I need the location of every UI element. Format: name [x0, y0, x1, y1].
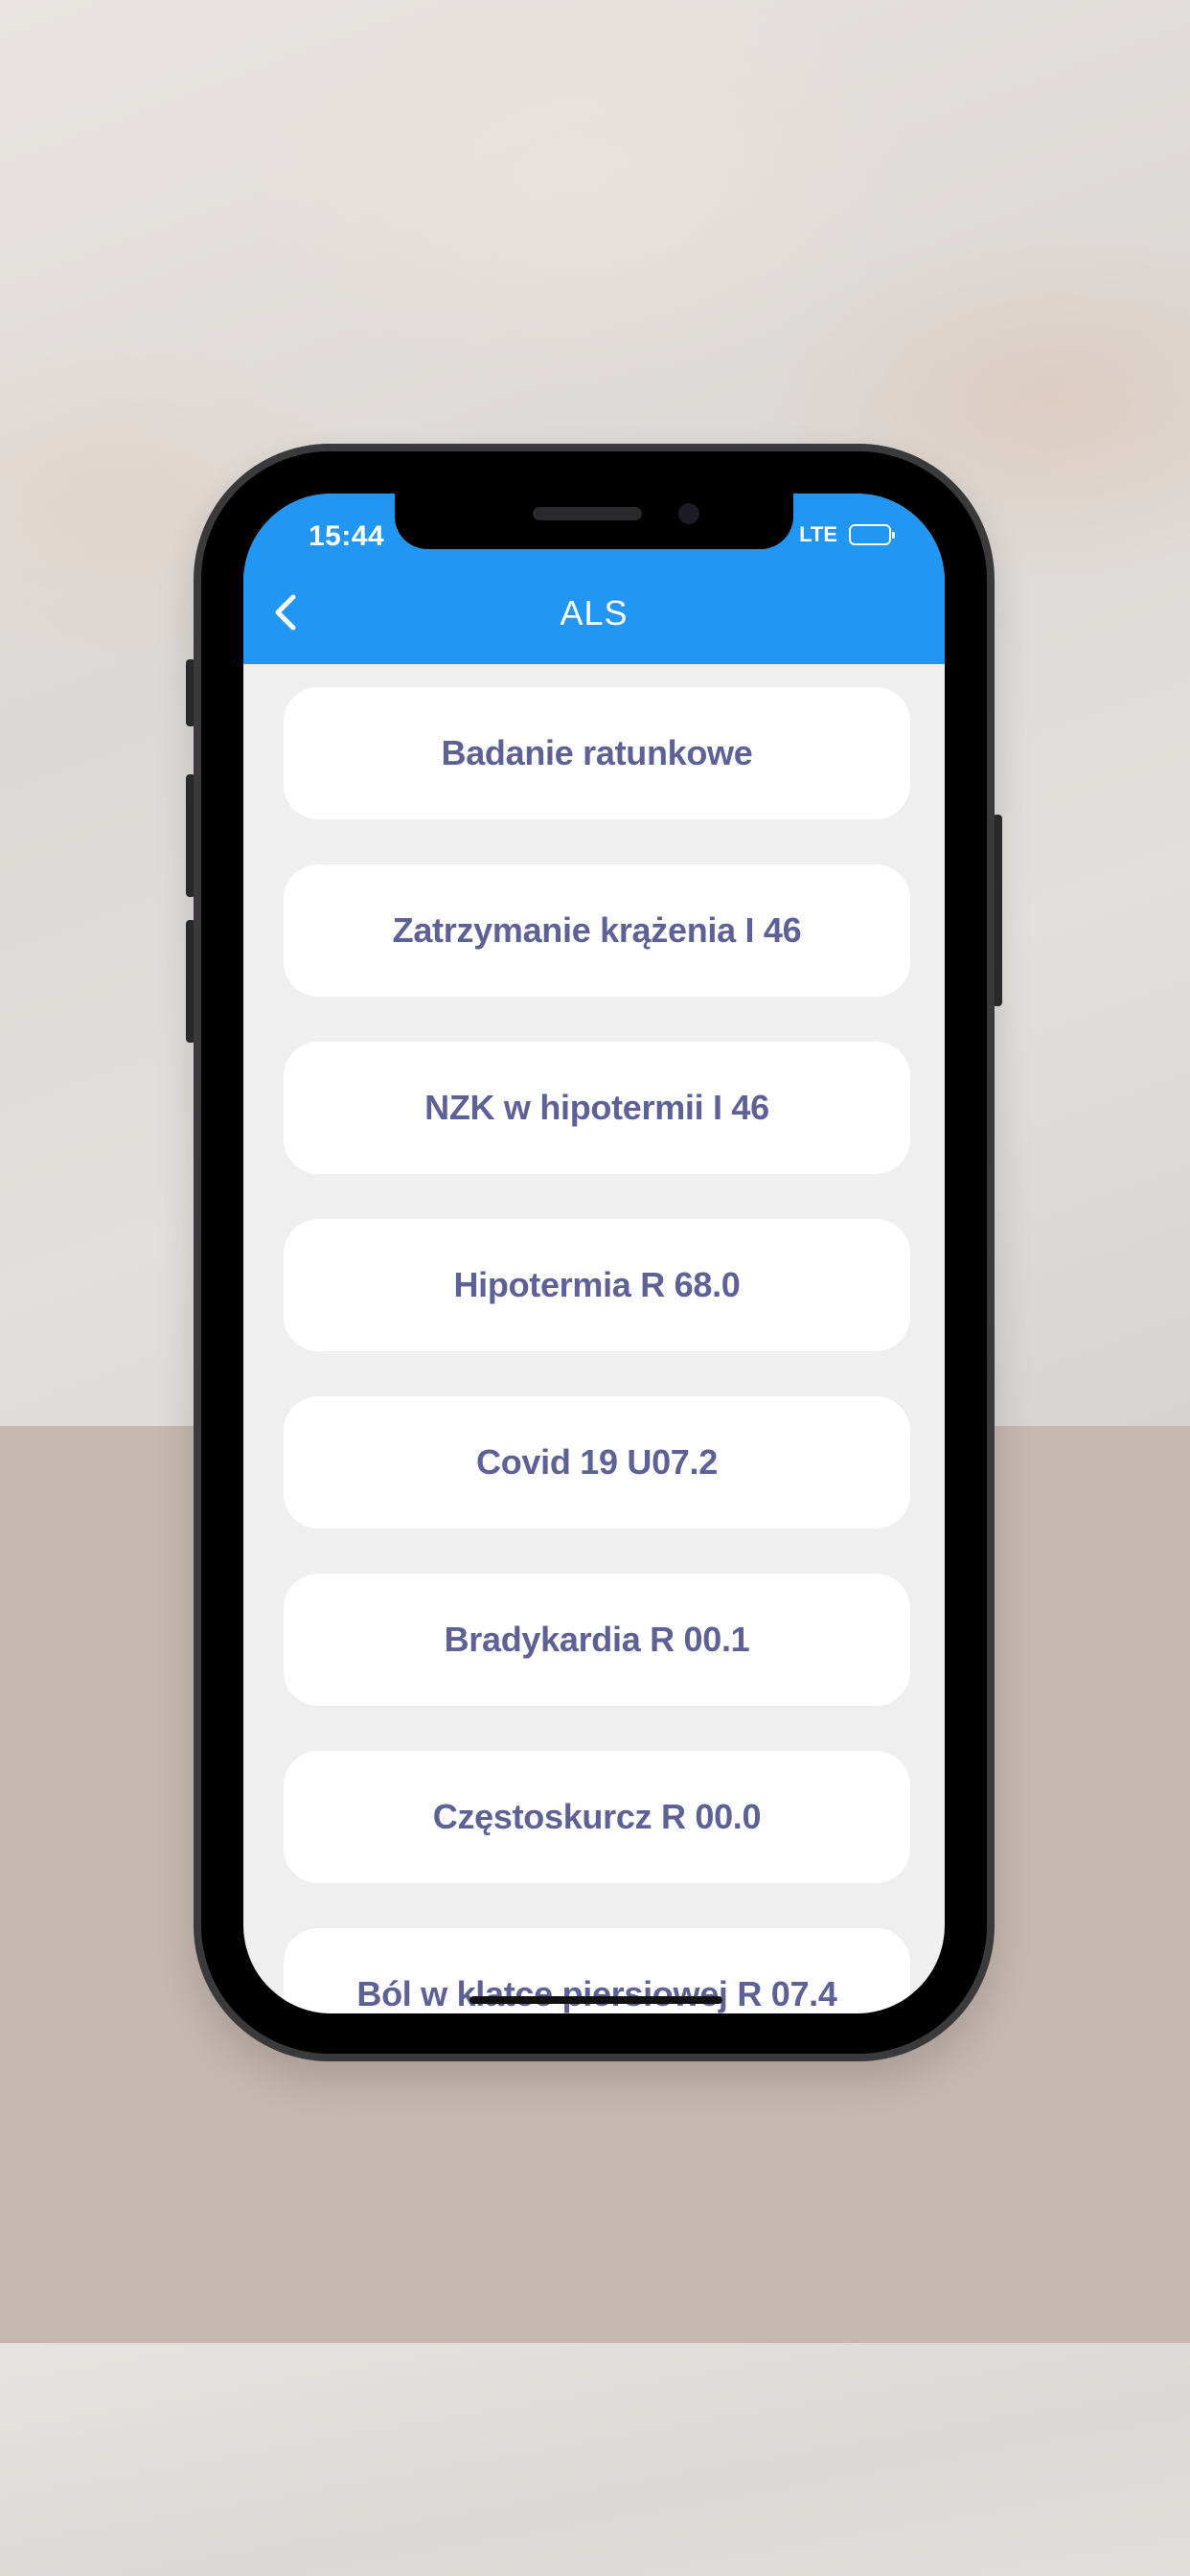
app-bar: 15:44 LTE ALS [243, 494, 945, 664]
topic-list: Badanie ratunkowe Zatrzymanie krążenia I… [243, 664, 945, 2013]
list-item-bradykardia[interactable]: Bradykardia R 00.1 [284, 1574, 910, 1706]
list-item-hipotermia[interactable]: Hipotermia R 68.0 [284, 1219, 910, 1351]
list-item-badanie-ratunkowe[interactable]: Badanie ratunkowe [284, 687, 910, 819]
speaker-grille [533, 507, 642, 520]
notch [395, 494, 793, 549]
status-indicators: LTE [799, 522, 895, 547]
status-time: 15:44 [309, 520, 385, 552]
list-item-label: Bradykardia R 00.1 [444, 1620, 750, 1659]
list-item-czestoskurcz[interactable]: Częstoskurcz R 00.0 [284, 1751, 910, 1883]
phone-screen: 15:44 LTE ALS Badanie ratunkowe Zatrzyma… [243, 494, 945, 2013]
page-title: ALS [560, 593, 629, 632]
front-camera [678, 503, 699, 524]
list-item-label: Częstoskurcz R 00.0 [432, 1797, 762, 1836]
list-item-label: Covid 19 U07.2 [476, 1442, 718, 1482]
battery-icon [849, 524, 895, 545]
home-indicator[interactable] [469, 1996, 722, 2004]
list-item-label: Badanie ratunkowe [441, 733, 753, 772]
background-marble-bottom [0, 2343, 1190, 2576]
list-item-nzk-w-hipotermii[interactable]: NZK w hipotermii I 46 [284, 1042, 910, 1174]
list-item-covid-19[interactable]: Covid 19 U07.2 [284, 1396, 910, 1529]
network-label: LTE [799, 522, 837, 546]
list-item-label: Hipotermia R 68.0 [453, 1265, 741, 1304]
list-item-zatrzymanie-krazenia[interactable]: Zatrzymanie krążenia I 46 [284, 864, 910, 997]
list-item-label: Zatrzymanie krążenia I 46 [392, 910, 802, 950]
list-item-label: Ból w klatce piersiowej R 07.4 [356, 1974, 837, 2013]
list-item-label: NZK w hipotermii I 46 [424, 1088, 769, 1127]
